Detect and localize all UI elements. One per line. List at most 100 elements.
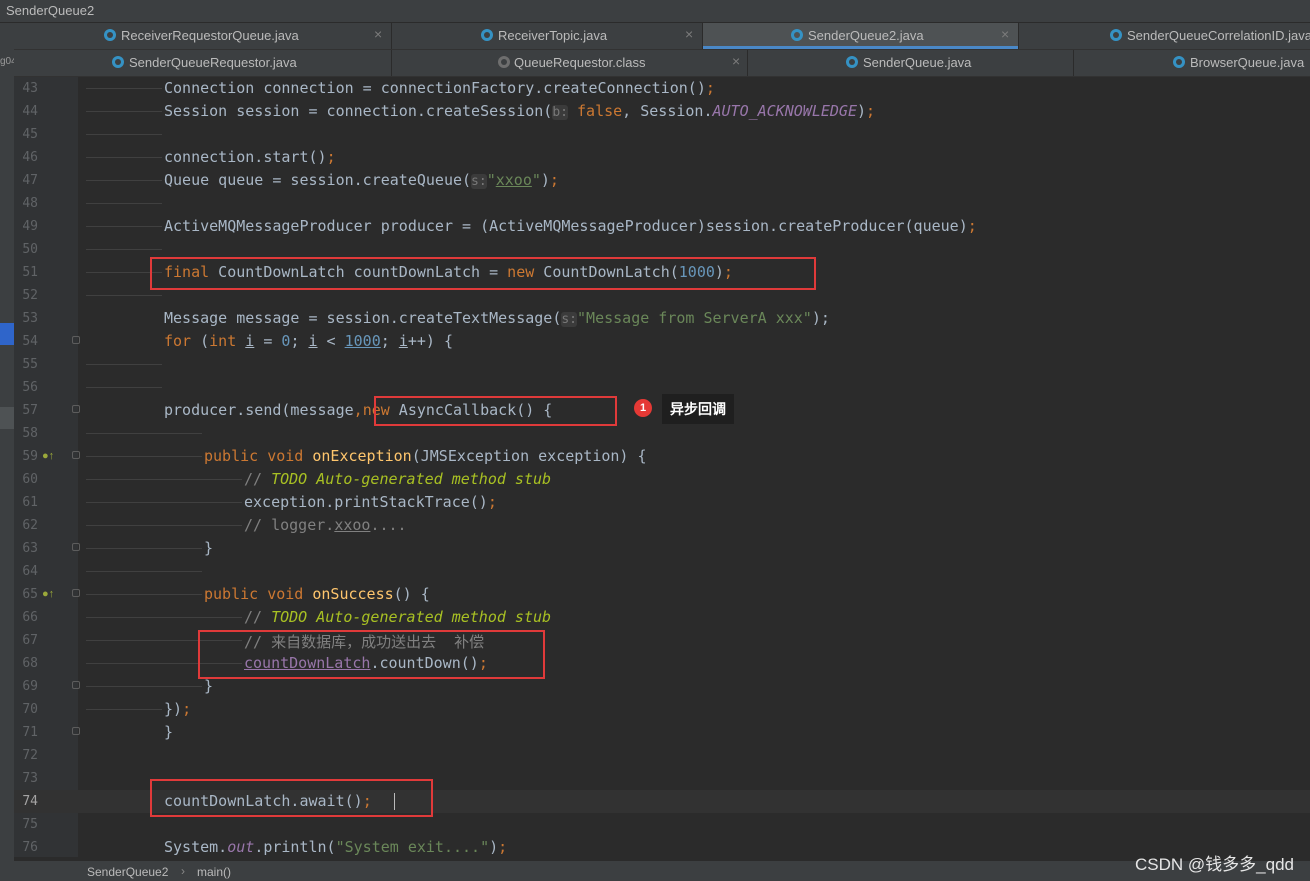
tab-label: SenderQueue2.java [808,28,924,43]
line-number: 49 [22,219,38,234]
override-marker-icon[interactable]: ●↑ [42,450,54,462]
close-icon[interactable]: × [685,26,693,42]
editor-tab-row-1: ReceiverRequestorQueue.java × ReceiverTo… [14,23,1310,50]
code-line[interactable]: 61 exception.printStackTrace(); [14,491,1310,514]
fold-toggle-icon[interactable] [72,451,80,459]
line-number: 67 [22,633,38,648]
left-strip-label: g04 [0,56,14,67]
breadcrumb-separator: › [181,864,185,878]
override-marker-icon[interactable]: ●↑ [42,588,54,600]
fold-toggle-icon[interactable] [72,405,80,413]
indent-guide [86,180,162,181]
code-line[interactable]: 72 [14,744,1310,767]
highlight-box-async-callback [374,396,617,426]
indent-guide [86,548,202,549]
fold-toggle-icon[interactable] [72,543,80,551]
breadcrumb-bar: SenderQueue2 › main() [14,861,1310,881]
left-tool-strip[interactable]: g04 [0,23,14,881]
indent-guide [86,525,242,526]
indent-guide [86,249,162,250]
code-text: Queue queue = session.createQueue(s:"xxo… [164,171,559,189]
tab-sender-queue-requestor[interactable]: SenderQueueRequestor.java [14,50,392,76]
code-text: public void onSuccess() { [204,585,430,603]
indent-guide [86,502,242,503]
code-text: exception.printStackTrace(); [244,493,497,511]
line-number: 51 [22,265,38,280]
java-class-icon [791,29,803,41]
line-number: 72 [22,748,38,763]
left-strip-marker [0,407,14,429]
fold-toggle-icon[interactable] [72,727,80,735]
tab-label: ReceiverRequestorQueue.java [121,28,299,43]
code-text: // TODO Auto-generated method stub [244,470,552,488]
line-number: 57 [22,403,38,418]
line-number: 54 [22,334,38,349]
breadcrumb-file[interactable]: SenderQueue2 [87,865,168,879]
tab-queue-requestor-class[interactable]: QueueRequestor.class × [392,50,748,76]
indent-guide [86,111,162,112]
code-text: connection.start(); [164,148,336,166]
line-number: 45 [22,127,38,142]
close-icon[interactable]: × [374,26,382,42]
indent-guide [86,686,202,687]
indent-guide [86,617,242,618]
indent-guide [86,479,242,480]
tab-label: ReceiverTopic.java [498,28,608,43]
code-line[interactable]: 71} [14,721,1310,744]
code-line[interactable]: 76 System.out.println("System exit...."); [14,836,1310,859]
code-line[interactable]: 54 for (int i = 0; i < 1000; i++) { [14,330,1310,353]
indent-guide [86,226,162,227]
tab-receiver-requestor-queue[interactable]: ReceiverRequestorQueue.java × [14,23,392,49]
tab-receiver-topic[interactable]: ReceiverTopic.java × [392,23,703,49]
code-line[interactable]: 59 ●↑ public void onException(JMSException… [14,445,1310,468]
line-number: 60 [22,472,38,487]
fold-toggle-icon[interactable] [72,336,80,344]
code-text: // logger.xxoo.... [244,516,407,534]
code-line[interactable]: 55 [14,353,1310,376]
window-title-bar: SenderQueue2 [0,0,1310,23]
code-line[interactable]: 49 ActiveMQMessageProducer producer = (Ac… [14,215,1310,238]
line-number: 47 [22,173,38,188]
code-line[interactable]: 44 Session session = connection.createSes… [14,100,1310,123]
fold-toggle-icon[interactable] [72,681,80,689]
java-class-icon [1110,29,1122,41]
line-number: 68 [22,656,38,671]
line-number: 52 [22,288,38,303]
tab-browser-queue[interactable]: BrowserQueue.java [1074,50,1310,76]
code-line[interactable]: 45 [14,123,1310,146]
code-line[interactable]: 43 Connection connection = connectionFact… [14,77,1310,100]
tab-sender-queue[interactable]: SenderQueue.java [748,50,1074,76]
code-line[interactable]: 48 [14,192,1310,215]
code-line[interactable]: 62 // logger.xxoo.... [14,514,1310,537]
line-number: 46 [22,150,38,165]
indent-guide [86,433,202,434]
indent-guide [86,709,162,710]
fold-toggle-icon[interactable] [72,589,80,597]
code-line[interactable]: 53 Message message = session.createTextMe… [14,307,1310,330]
code-line[interactable]: 63} [14,537,1310,560]
breadcrumb-method[interactable]: main() [197,865,231,879]
line-number: 43 [22,81,38,96]
close-icon[interactable]: × [1001,26,1009,42]
editor-tab-row-2: SenderQueueRequestor.java QueueRequestor… [14,50,1310,77]
code-text: Connection connection = connectionFactor… [164,79,715,97]
code-line[interactable]: 58 [14,422,1310,445]
code-line[interactable]: 70}); [14,698,1310,721]
indent-guide [86,364,162,365]
line-number: 70 [22,702,38,717]
code-line[interactable]: 65 ●↑ public void onSuccess() { [14,583,1310,606]
code-text: } [204,539,214,557]
line-number: 59 [22,449,38,464]
line-number: 74 [22,794,38,809]
tab-sender-queue2[interactable]: SenderQueue2.java × [703,23,1019,49]
indent-guide [86,295,162,296]
code-line[interactable]: 64 [14,560,1310,583]
code-line[interactable]: 47 Queue queue = session.createQueue(s:"x… [14,169,1310,192]
code-line[interactable]: 60 // TODO Auto-generated method stub [14,468,1310,491]
java-class-icon [846,56,858,68]
line-number: 71 [22,725,38,740]
close-icon[interactable]: × [732,53,740,69]
code-line[interactable]: 66 // TODO Auto-generated method stub [14,606,1310,629]
tab-sender-queue-correlation-id[interactable]: SenderQueueCorrelationID.java [1019,23,1310,49]
code-line[interactable]: 46 connection.start(); [14,146,1310,169]
